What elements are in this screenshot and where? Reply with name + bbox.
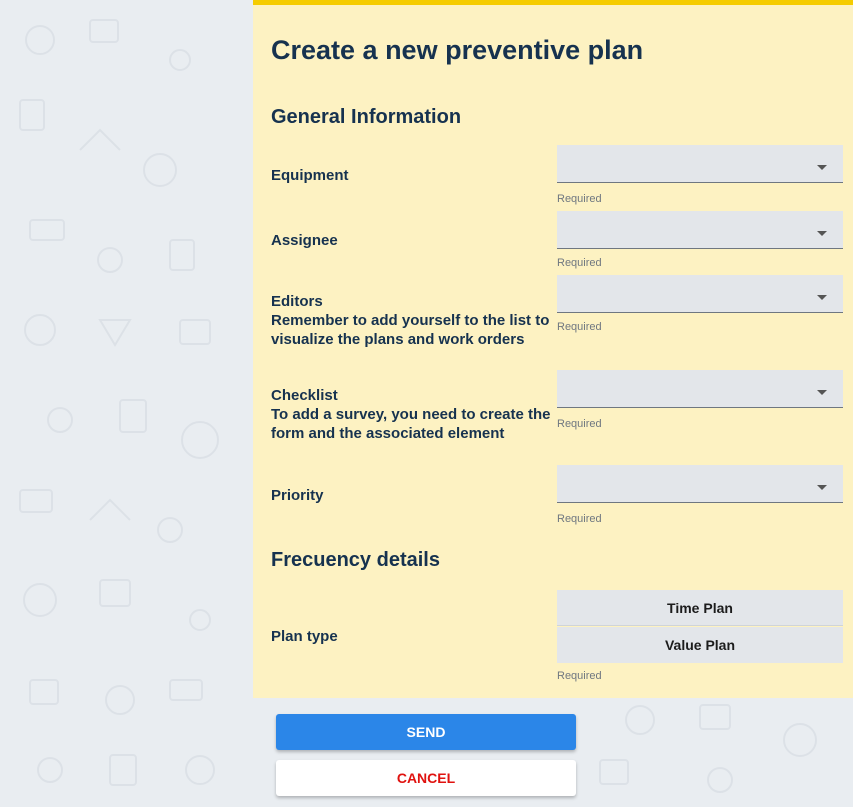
editors-helper: Required — [557, 321, 602, 333]
form-panel: Create a new preventive plan General Inf… — [253, 0, 853, 698]
priority-select[interactable] — [557, 465, 843, 503]
cancel-button[interactable]: CANCEL — [276, 760, 576, 796]
value-plan-option[interactable]: Value Plan — [557, 627, 843, 663]
equipment-helper: Required — [557, 193, 602, 205]
page-title: Create a new preventive plan — [271, 35, 644, 65]
chevron-down-icon — [817, 295, 827, 300]
section-title-frequency: Frecuency details — [271, 549, 440, 571]
assignee-select[interactable] — [557, 211, 843, 249]
checklist-helper: Required — [557, 418, 602, 430]
assignee-helper: Required — [557, 257, 602, 269]
checklist-label: Checklist — [271, 387, 338, 404]
send-button[interactable]: SEND — [276, 714, 576, 750]
checklist-hint: To add a survey, you need to create the … — [271, 406, 551, 442]
editors-label: Editors — [271, 293, 323, 310]
priority-helper: Required — [557, 513, 602, 525]
editors-select[interactable] — [557, 275, 843, 313]
equipment-label: Equipment — [271, 167, 349, 184]
chevron-down-icon — [817, 485, 827, 490]
priority-label: Priority — [271, 487, 324, 504]
assignee-label: Assignee — [271, 232, 338, 249]
time-plan-option[interactable]: Time Plan — [557, 590, 843, 626]
editors-label-block: Editors Remember to add yourself to the … — [271, 292, 556, 349]
plan-type-label: Plan type — [271, 628, 338, 645]
checklist-select[interactable] — [557, 370, 843, 408]
chevron-down-icon — [817, 165, 827, 170]
section-title-general: General Information — [271, 106, 462, 128]
editors-hint: Remember to add yourself to the list to … — [271, 312, 550, 348]
checklist-label-block: Checklist To add a survey, you need to c… — [271, 386, 556, 443]
chevron-down-icon — [817, 390, 827, 395]
plan-type-helper: Required — [557, 670, 602, 682]
equipment-select[interactable] — [557, 145, 843, 183]
chevron-down-icon — [817, 231, 827, 236]
